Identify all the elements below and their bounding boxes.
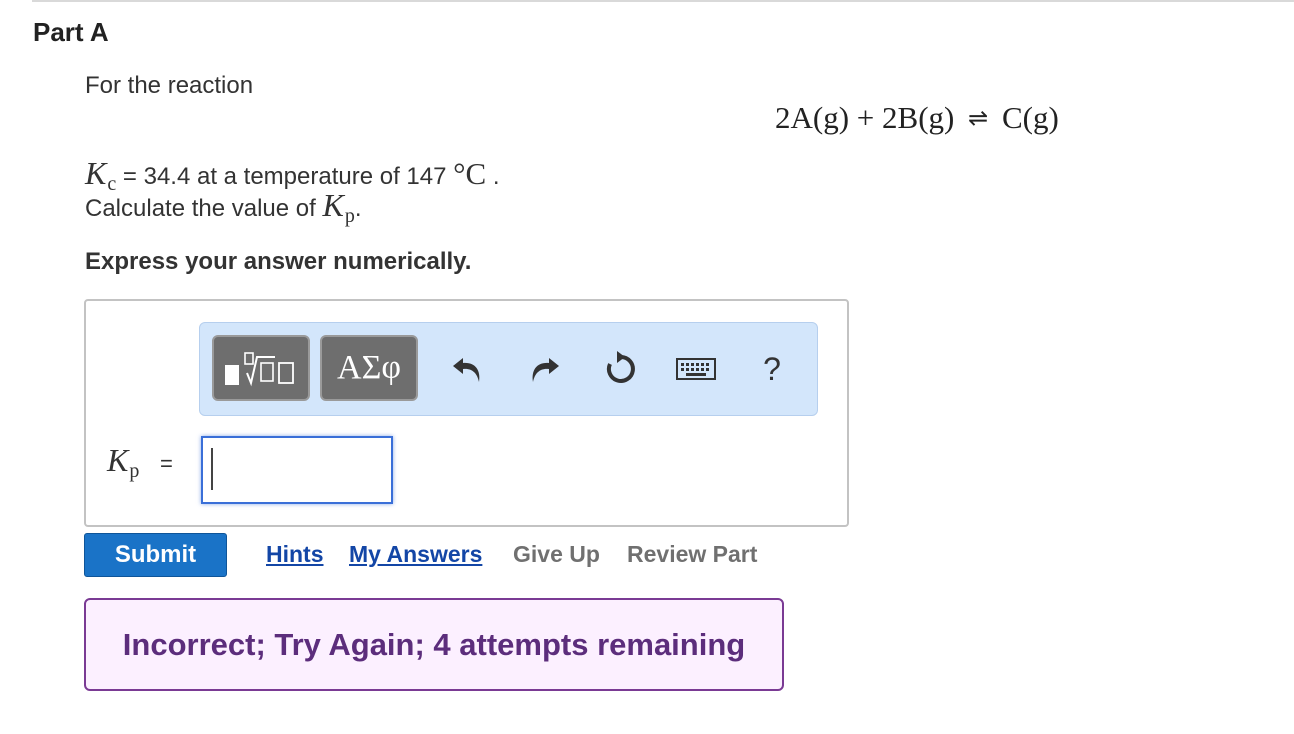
hints-link[interactable]: Hints: [266, 541, 324, 568]
submit-button[interactable]: Submit: [84, 533, 227, 577]
text-caret: [211, 448, 213, 490]
keyboard-icon[interactable]: [676, 349, 716, 389]
equilibrium-arrow-icon: ⇌: [968, 104, 989, 132]
kc-period: .: [492, 163, 500, 190]
temperature-unit: °C: [453, 156, 487, 191]
calculate-statement: Calculate the value of Kp.: [85, 187, 362, 227]
reactant-1: 2A(g): [775, 100, 850, 135]
undo-icon[interactable]: [448, 349, 488, 389]
review-part-link[interactable]: Review Part: [627, 541, 757, 568]
kp-symbol: K: [322, 187, 344, 223]
reaction-equation: 2A(g) + 2B(g) ⇌ C(g): [775, 100, 1059, 136]
answer-instructions: Express your answer numerically.: [85, 248, 472, 275]
calculate-text: Calculate the value of: [85, 195, 316, 222]
my-answers-link[interactable]: My Answers: [349, 541, 482, 568]
product: C(g): [1001, 100, 1059, 135]
feedback-message: Incorrect; Try Again; 4 attempts remaini…: [122, 626, 746, 662]
kp-subscript: p: [344, 205, 355, 227]
help-button[interactable]: ?: [752, 349, 792, 389]
question-intro: For the reaction: [85, 72, 254, 99]
plus-sign: +: [856, 100, 875, 135]
calc-period: .: [354, 195, 362, 222]
math-toolbar: ΑΣφ ?: [199, 322, 818, 416]
answer-label-subscript: p: [129, 460, 140, 482]
answer-label: Kp =: [107, 442, 173, 482]
give-up-link[interactable]: Give Up: [513, 541, 600, 568]
answer-label-symbol: K: [107, 442, 129, 478]
kc-text: = 34.4 at a temperature of 147: [122, 163, 447, 190]
answer-equals: =: [160, 451, 173, 476]
redo-icon[interactable]: [524, 349, 564, 389]
templates-button[interactable]: [212, 335, 310, 401]
symbols-button[interactable]: ΑΣφ: [320, 335, 418, 401]
problem-page: Part A For the reaction 2A(g) + 2B(g) ⇌ …: [0, 0, 1294, 734]
templates-icon: [225, 352, 294, 387]
reset-icon[interactable]: [601, 349, 641, 389]
reactant-2: 2B(g): [882, 100, 955, 135]
top-divider: [32, 0, 1294, 2]
kc-symbol: K: [85, 155, 107, 191]
answer-input[interactable]: [201, 436, 393, 504]
feedback-banner: Incorrect; Try Again; 4 attempts remaini…: [84, 598, 784, 691]
part-title: Part A: [33, 17, 109, 47]
